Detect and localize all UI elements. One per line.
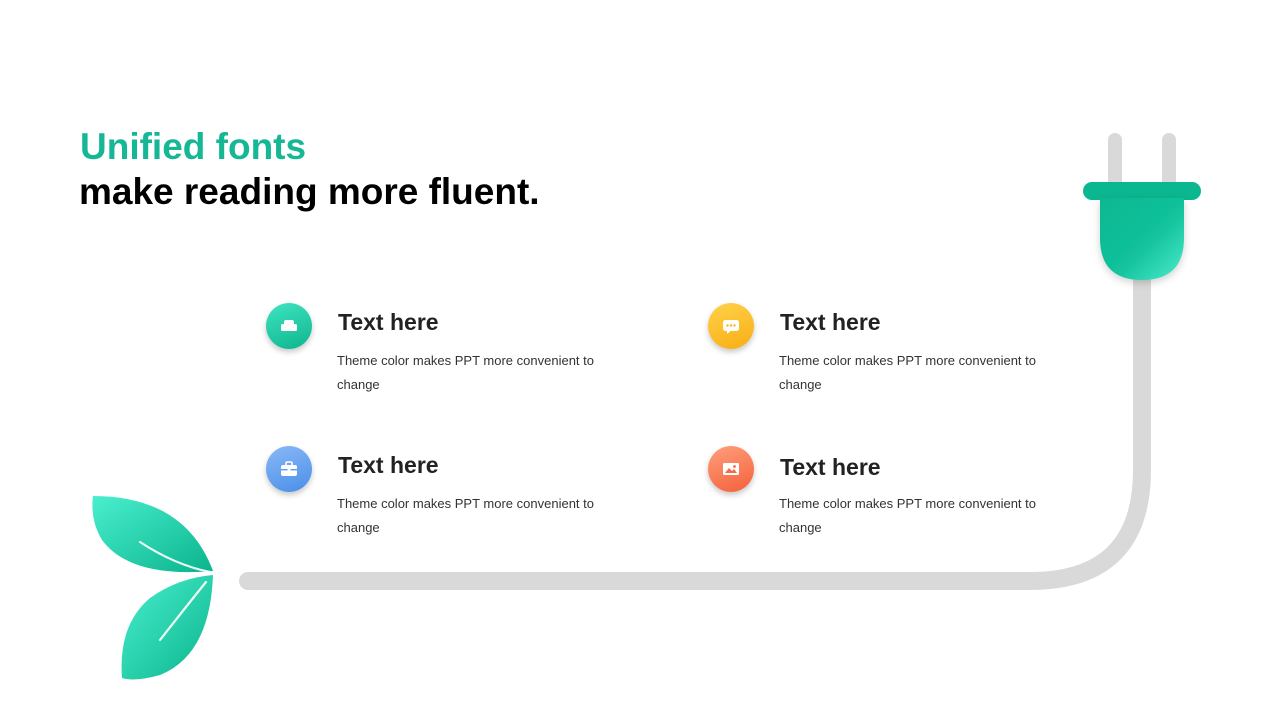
decoration-layer (92, 133, 1201, 680)
item-description: Theme color makes PPT more convenient to… (337, 353, 594, 392)
item-heading: Text here (780, 309, 881, 335)
item-heading: Text here (780, 454, 881, 480)
chat-bubble-icon (708, 303, 754, 349)
plug-icon (1083, 133, 1201, 280)
image-icon (708, 446, 754, 492)
leaf-icon (92, 496, 213, 680)
item-description: Theme color makes PPT more convenient to… (779, 496, 1036, 535)
briefcase-icon (266, 446, 312, 492)
item-heading: Text here (338, 452, 439, 478)
item-description: Theme color makes PPT more convenient to… (779, 353, 1036, 392)
item-description: Theme color makes PPT more convenient to… (337, 496, 594, 535)
title-main: make reading more fluent. (79, 171, 540, 212)
title-accent: Unified fonts (80, 126, 307, 167)
item-heading: Text here (338, 309, 439, 335)
sofa-icon (266, 303, 312, 349)
